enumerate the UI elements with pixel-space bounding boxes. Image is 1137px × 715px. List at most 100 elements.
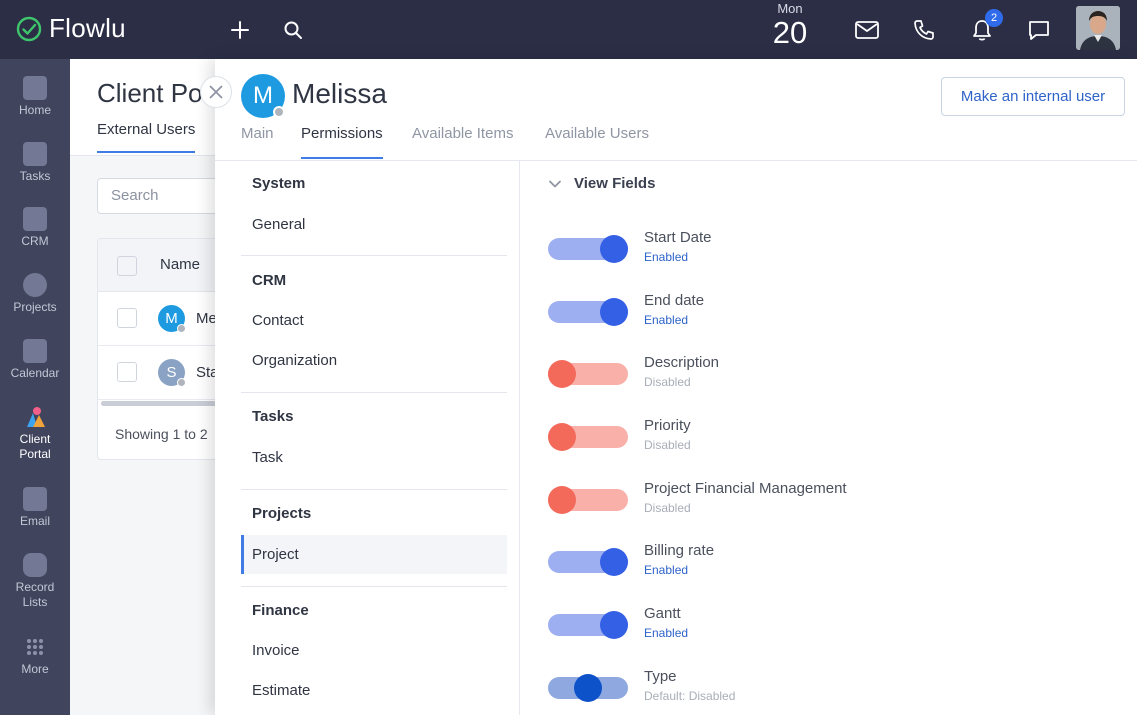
section-item-organization[interactable]: Organization: [241, 341, 507, 380]
field-status: Disabled: [644, 501, 691, 515]
view-fields-title: View Fields: [574, 175, 656, 192]
field-status: Enabled: [644, 250, 689, 264]
home-icon: [23, 76, 47, 100]
field-label: Priority: [644, 417, 691, 434]
tab-available-users[interactable]: Available Users: [545, 125, 649, 157]
calendar-icon: [23, 339, 47, 363]
sidebar-item-label: More: [21, 662, 49, 676]
sidebar-item-label: Client Portal: [19, 432, 51, 461]
field-status: Enabled: [644, 563, 689, 577]
page-title: Client Po: [97, 78, 203, 108]
mail-icon[interactable]: [852, 15, 882, 45]
row-checkbox[interactable]: [117, 308, 137, 328]
divider: [241, 586, 507, 587]
field-label: Billing rate: [644, 542, 715, 559]
toggle-knob: [600, 298, 628, 326]
sidebar-item-projects[interactable]: Projects: [0, 273, 70, 315]
divider: [241, 489, 507, 490]
section-heading-tasks: Tasks: [252, 408, 294, 425]
search-icon[interactable]: [278, 15, 308, 45]
field-label: End date: [644, 292, 705, 309]
user-panel: M Melissa Make an internal user Main Per…: [215, 59, 1137, 715]
toggle-knob: [574, 674, 602, 702]
sidebar-item-home[interactable]: Home: [0, 76, 70, 118]
section-item-estimate[interactable]: Estimate: [241, 671, 507, 710]
section-item-contact[interactable]: Contact: [241, 301, 507, 340]
field-row-type: Type Default: Disabled: [548, 668, 1108, 715]
toggle-switch[interactable]: [548, 486, 628, 514]
avatar: M: [158, 305, 186, 333]
sidebar-item-label: Home: [18, 103, 51, 117]
date-day: Mon: [777, 1, 803, 16]
logo-check-icon: [16, 16, 42, 41]
field-status: Enabled: [644, 313, 689, 327]
sidebar-item-tasks[interactable]: Tasks: [0, 142, 70, 184]
make-internal-user-button[interactable]: Make an internal user: [941, 77, 1125, 116]
client-portal-icon: [23, 405, 47, 429]
field-row-billing-rate: Billing rate Enabled: [548, 542, 1108, 592]
record-lists-icon: [23, 553, 47, 577]
status-dot: [273, 106, 285, 118]
sidebar-item-label: Email: [19, 514, 50, 528]
field-label: Type: [644, 668, 677, 685]
status-dot: [177, 324, 186, 333]
column-header-name[interactable]: Name: [160, 256, 200, 273]
add-icon[interactable]: [225, 15, 255, 45]
sidebar-item-record-lists[interactable]: Record Lists: [0, 553, 70, 610]
field-label: Project Financial Management: [644, 480, 847, 497]
sidebar-item-more[interactable]: More: [0, 635, 70, 677]
view-fields-header[interactable]: View Fields: [548, 175, 655, 192]
field-status: Default: Disabled: [644, 689, 736, 703]
phone-icon[interactable]: [909, 15, 939, 45]
toggle-switch[interactable]: [548, 298, 628, 326]
toggle-switch[interactable]: [548, 674, 628, 702]
close-icon: [209, 85, 223, 99]
select-all-checkbox[interactable]: [117, 256, 137, 276]
field-label: Description: [644, 354, 720, 371]
close-panel-button[interactable]: [200, 76, 232, 108]
tab-main[interactable]: Main: [241, 125, 274, 157]
field-row-description: Description Disabled: [548, 354, 1108, 404]
tasks-icon: [23, 142, 47, 166]
field-status: Disabled: [644, 438, 691, 452]
section-item-project[interactable]: Project: [241, 535, 507, 574]
field-row-priority: Priority Disabled: [548, 417, 1108, 467]
field-status: Enabled: [644, 626, 689, 640]
sidebar-item-crm[interactable]: CRM: [0, 207, 70, 249]
field-row-gantt: Gantt Enabled: [548, 605, 1108, 655]
sidebar-item-calendar[interactable]: Calendar: [0, 339, 70, 381]
section-heading-projects: Projects: [252, 505, 312, 522]
date-widget[interactable]: Mon 20: [768, 2, 812, 50]
client-portal-page: Client Po External Users Search Name M M…: [70, 59, 247, 715]
field-row-start-date: Start Date Enabled: [548, 229, 1108, 279]
tab-available-items[interactable]: Available Items: [412, 125, 513, 157]
section-heading-crm: CRM: [252, 272, 287, 289]
sidebar-item-label: Projects: [13, 300, 57, 314]
user-avatar[interactable]: [1076, 6, 1120, 50]
section-item-invoice[interactable]: Invoice: [241, 631, 507, 670]
sidebar-item-client-portal[interactable]: Client Portal: [0, 405, 70, 462]
toggle-switch[interactable]: [548, 548, 628, 576]
pagination-info: Showing 1 to 2: [115, 426, 208, 442]
page-header: Client Po External Users: [70, 59, 215, 156]
avatar: M: [241, 74, 285, 118]
row-checkbox[interactable]: [117, 362, 137, 382]
app-logo[interactable]: Flowlu: [16, 13, 126, 44]
toggle-switch[interactable]: [548, 611, 628, 639]
permission-sections: System General CRM Contact Organization …: [241, 161, 507, 715]
toggle-switch[interactable]: [548, 360, 628, 388]
toggle-switch[interactable]: [548, 423, 628, 451]
field-status: Disabled: [644, 375, 691, 389]
tab-external-users[interactable]: External Users: [97, 121, 196, 153]
section-item-general[interactable]: General: [241, 205, 507, 244]
chat-icon[interactable]: [1024, 15, 1054, 45]
section-item-task[interactable]: Task: [241, 438, 507, 477]
sidebar-item-label: Tasks: [19, 169, 51, 183]
chevron-down-icon: [549, 180, 561, 187]
divider: [241, 255, 507, 256]
toggle-switch[interactable]: [548, 235, 628, 263]
divider: [519, 161, 520, 715]
row-name[interactable]: Me: [196, 310, 217, 327]
tab-permissions[interactable]: Permissions: [301, 125, 383, 159]
sidebar-item-email[interactable]: Email: [0, 487, 70, 529]
